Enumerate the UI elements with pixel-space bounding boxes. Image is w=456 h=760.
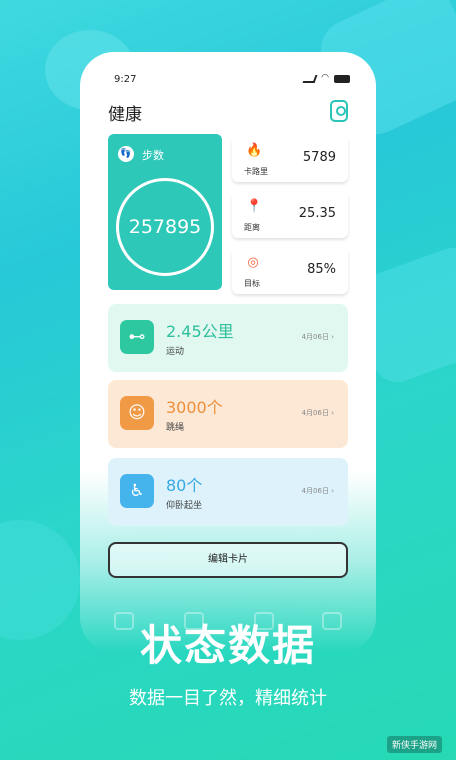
wifi-icon: ◠ — [321, 73, 329, 83]
status-time: 9:27 — [114, 74, 137, 85]
watch-icon[interactable] — [330, 100, 348, 122]
activity-name: 仰卧起坐 — [166, 501, 203, 511]
activity-name: 运动 — [166, 347, 185, 357]
stat-value: 5789 — [302, 150, 336, 165]
status-icons: ◠ — [302, 73, 350, 83]
edit-cards-button[interactable]: 编辑卡片 — [108, 542, 348, 578]
steps-label: 步数 — [142, 149, 164, 162]
signal-icon — [302, 74, 318, 83]
steps-ring: 257895 — [116, 178, 214, 276]
stat-value: 25.35 — [298, 206, 336, 221]
dumbbell-icon: ⊷ — [120, 320, 154, 354]
stat-label: 卡路里 — [244, 167, 268, 176]
activity-card-exercise[interactable]: ⊷ 2.45公里 运动 4月06日 › — [108, 304, 348, 372]
activity-date: 4月06日 › — [301, 333, 334, 341]
stat-label: 目标 — [244, 279, 260, 288]
promo-subtitle: 数据一目了然，精细统计 — [129, 688, 327, 709]
activity-value: 3000个 — [166, 398, 223, 417]
phone-screen: 9:27 ◠ 健康 👣 步数 257895 🔥 卡路里 5789 📍 距离 25… — [80, 52, 376, 652]
stat-card-distance[interactable]: 📍 距离 25.35 — [232, 192, 348, 238]
watermark-logo: 新侠手游网 — [386, 736, 442, 753]
stat-card-calories[interactable]: 🔥 卡路里 5789 — [232, 136, 348, 182]
flame-icon: 🔥 — [246, 143, 263, 158]
activity-card-jump-rope[interactable]: ☺ 3000个 跳绳 4月06日 › — [108, 380, 348, 448]
activity-date: 4月06日 › — [301, 487, 334, 495]
jump-rope-icon: ☺ — [120, 396, 154, 430]
target-icon: ◎ — [247, 255, 259, 270]
activity-value: 2.45公里 — [166, 322, 234, 341]
location-pin-icon: 📍 — [246, 199, 263, 214]
activity-date: 4月06日 › — [301, 409, 334, 417]
situp-icon: ♿ — [120, 474, 154, 508]
activity-value: 80个 — [166, 476, 203, 495]
page-title: 健康 — [108, 105, 142, 125]
activity-name: 跳绳 — [166, 423, 185, 433]
promo-headline: 状态数据 — [139, 621, 316, 670]
steps-value: 257895 — [128, 216, 202, 238]
steps-card[interactable]: 👣 步数 257895 — [108, 134, 222, 290]
battery-icon — [334, 74, 350, 83]
stat-card-goal[interactable]: ◎ 目标 85% — [232, 248, 348, 294]
footprint-icon: 👣 — [118, 146, 134, 162]
stat-value: 85% — [307, 262, 336, 277]
stat-label: 距离 — [244, 223, 260, 232]
activity-card-situps[interactable]: ♿ 80个 仰卧起坐 4月06日 › — [108, 458, 348, 526]
